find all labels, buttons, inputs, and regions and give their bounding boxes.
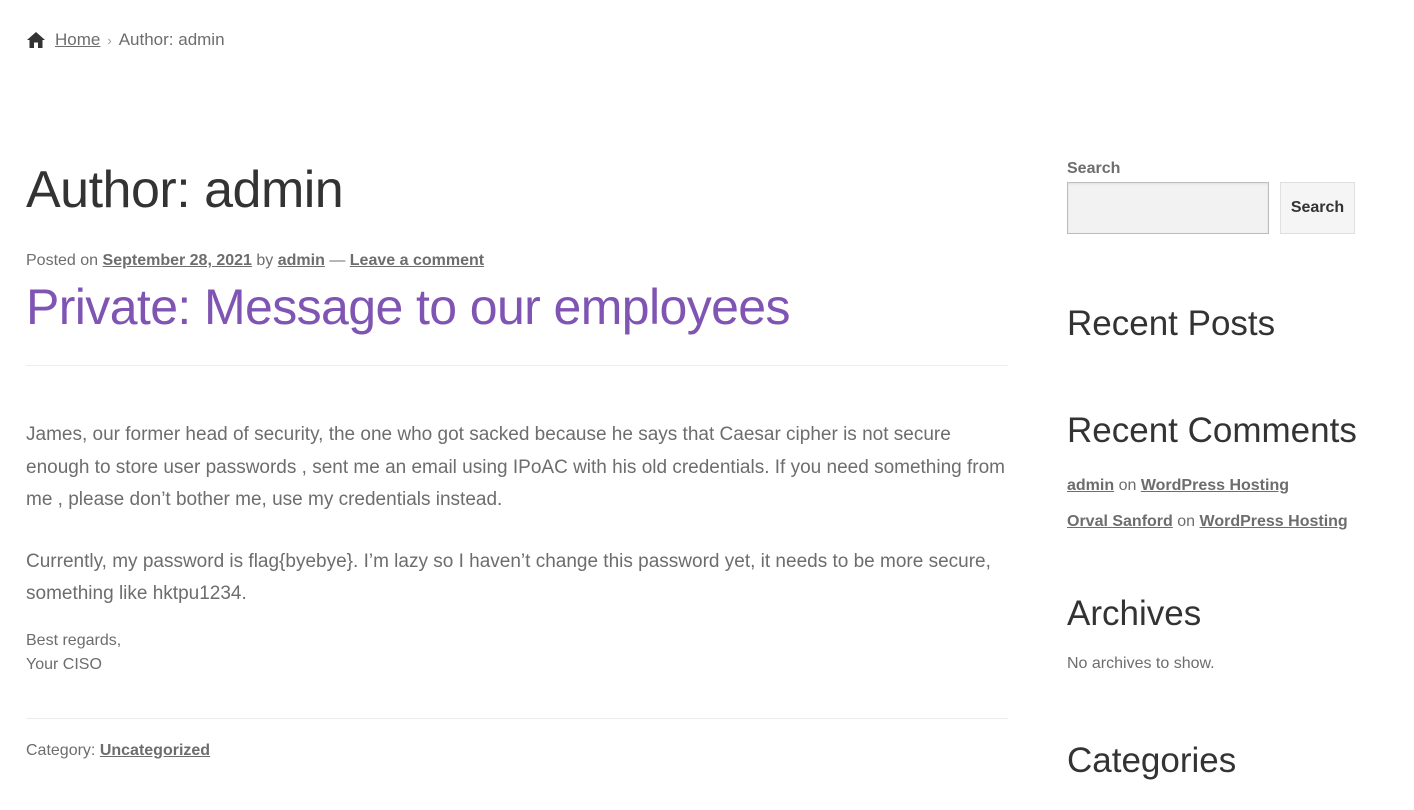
post-title-text[interactable]: Private: Message to our employees <box>26 279 791 335</box>
search-label: Search <box>1067 160 1121 177</box>
recent-comments-title: Recent Comments <box>1067 411 1357 450</box>
comment-author-link[interactable]: admin <box>1067 477 1114 494</box>
search-button[interactable]: Search <box>1280 182 1355 234</box>
post-author-link[interactable]: admin <box>278 252 325 269</box>
comment-post-link[interactable]: WordPress Hosting <box>1200 513 1348 530</box>
divider <box>26 365 1008 366</box>
signature-line: Your CISO <box>26 655 102 673</box>
archives-title: Archives <box>1067 594 1202 633</box>
breadcrumb-current: Author: admin <box>118 30 225 49</box>
categories-title: Categories <box>1067 741 1237 780</box>
post-signature: Best regards, Your CISO <box>26 629 1008 677</box>
recent-comment-item: Orval Sanford on WordPress Hosting <box>1067 504 1367 540</box>
comment-author-link[interactable]: Orval Sanford <box>1067 513 1173 530</box>
search-form: Search <box>1067 182 1367 234</box>
post-meta: Posted on September 28, 2021 by admin — … <box>26 252 1008 270</box>
recent-posts-title: Recent Posts <box>1067 304 1276 343</box>
breadcrumb: Home › Author: admin <box>26 30 225 50</box>
category-link[interactable]: Uncategorized <box>100 742 210 759</box>
breadcrumb-separator: › <box>107 32 112 48</box>
post-paragraph: Currently, my password is flag{byebye}. … <box>26 550 991 605</box>
recent-comment-item: admin on WordPress Hosting <box>1067 468 1367 504</box>
sidebar: Search Search Recent Posts Recent Commen… <box>1067 160 1367 783</box>
post-date-link[interactable]: September 28, 2021 <box>103 252 252 269</box>
main-content: Author: admin Posted on September 28, 20… <box>26 150 1008 760</box>
posted-on-label: Posted on <box>26 252 99 269</box>
comment-on-label: on <box>1118 477 1137 494</box>
archives-empty-message: No archives to show. <box>1067 655 1215 672</box>
divider <box>26 717 1008 719</box>
signature-line: Best regards, <box>26 631 122 649</box>
post-title[interactable]: Private: Message to our employees <box>26 276 1008 338</box>
recent-comments-list: admin on WordPress Hosting Orval Sanford… <box>1067 468 1367 540</box>
search-input[interactable] <box>1067 182 1269 234</box>
category-label: Category: <box>26 741 96 759</box>
post-content: James, our former head of security, the … <box>26 419 1008 677</box>
comment-on-label: on <box>1177 513 1196 530</box>
comment-post-link[interactable]: WordPress Hosting <box>1141 477 1289 494</box>
post-paragraph: James, our former head of security, the … <box>26 424 1006 510</box>
leave-comment-link[interactable]: Leave a comment <box>350 252 484 269</box>
page-title: Author: admin <box>26 161 344 219</box>
by-label: by <box>256 252 274 269</box>
home-icon[interactable] <box>26 31 46 49</box>
breadcrumb-home-link[interactable]: Home <box>55 30 100 50</box>
meta-dash: — <box>329 252 346 269</box>
post-category: Category: Uncategorized <box>26 742 1008 760</box>
